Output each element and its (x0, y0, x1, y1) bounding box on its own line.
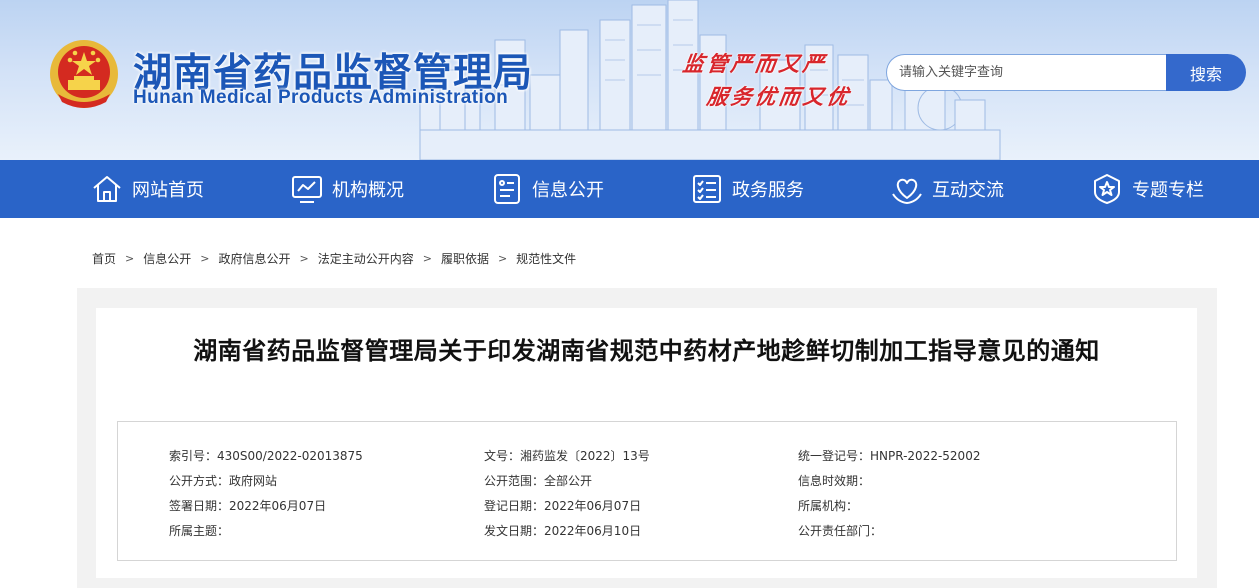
nav-label: 专题专栏 (1132, 180, 1204, 201)
breadcrumb: 首页 > 信息公开 > 政府信息公开 > 法定主动公开内容 > 履职依据 > 规… (92, 250, 576, 267)
breadcrumb-gov-info[interactable]: 政府信息公开 (218, 250, 290, 267)
meta-index-no: 索引号：430S00/2022-02013875 (169, 449, 363, 463)
breadcrumb-info-public[interactable]: 信息公开 (143, 250, 191, 267)
meta-publish-scope: 公开范围：全部公开 (484, 474, 593, 488)
meta-sign-date: 签署日期：2022年06月07日 (169, 499, 327, 513)
breadcrumb-separator: > (125, 252, 135, 265)
header-banner: 湖南省药品监督管理局 Hunan Medical Products Admini… (0, 0, 1259, 160)
home-icon (90, 172, 124, 206)
national-emblem-icon (50, 40, 118, 108)
breadcrumb-separator: > (200, 252, 210, 265)
meta-issue-date: 发文日期：2022年06月10日 (484, 524, 642, 538)
nav-item-topics[interactable]: 专题专栏 (1090, 160, 1204, 218)
breadcrumb-home[interactable]: 首页 (92, 250, 116, 267)
breadcrumb-statutory[interactable]: 法定主动公开内容 (318, 250, 414, 267)
main-nav: 网站首页 机构概况 信息公开 政务服务 互动交流 专题专栏 (0, 160, 1259, 218)
breadcrumb-separator: > (299, 252, 309, 265)
meta-validity: 信息时效期： (798, 474, 871, 488)
slogan-line-1: 监管严而又严 (681, 51, 829, 76)
breadcrumb-duty-basis[interactable]: 履职依据 (441, 250, 489, 267)
chart-monitor-icon (290, 172, 324, 206)
nav-label: 政务服务 (732, 180, 804, 201)
info-card-icon (490, 172, 524, 206)
document-metadata-box: 索引号：430S00/2022-02013875 文号：湘药监发〔2022〕13… (117, 421, 1177, 561)
meta-agency: 所属机构： (798, 499, 859, 513)
breadcrumb-normative-docs[interactable]: 规范性文件 (516, 250, 576, 267)
breadcrumb-separator: > (422, 252, 432, 265)
document-title: 湖南省药品监督管理局关于印发湖南省规范中药材产地趁鲜切制加工指导意见的通知 (193, 337, 1100, 365)
nav-label: 机构概况 (332, 180, 404, 201)
meta-responsible-dept: 公开责任部门： (798, 524, 883, 538)
nav-label: 网站首页 (132, 180, 204, 201)
checklist-icon (690, 172, 724, 206)
star-badge-icon (1090, 172, 1124, 206)
nav-item-home[interactable]: 网站首页 (90, 160, 204, 218)
meta-topic: 所属主题： (169, 524, 230, 538)
meta-reg-date: 登记日期：2022年06月07日 (484, 499, 642, 513)
search-button[interactable]: 搜索 (1166, 54, 1246, 91)
meta-publish-method: 公开方式：政府网站 (169, 474, 278, 488)
nav-item-about[interactable]: 机构概况 (290, 160, 404, 218)
heart-hands-icon (890, 172, 924, 206)
nav-item-services[interactable]: 政务服务 (690, 160, 804, 218)
meta-doc-no: 文号：湘药监发〔2022〕13号 (484, 449, 650, 463)
breadcrumb-separator: > (497, 252, 508, 265)
nav-item-interaction[interactable]: 互动交流 (890, 160, 1004, 218)
site-subtitle: Hunan Medical Products Administration (133, 87, 509, 108)
nav-label: 信息公开 (532, 180, 604, 201)
slogan-line-2: 服务优而又优 (705, 84, 853, 109)
search-input[interactable] (886, 54, 1166, 91)
nav-item-info[interactable]: 信息公开 (490, 160, 604, 218)
nav-label: 互动交流 (932, 180, 1004, 201)
meta-unified-reg-no: 统一登记号：HNPR-2022-52002 (798, 449, 981, 463)
